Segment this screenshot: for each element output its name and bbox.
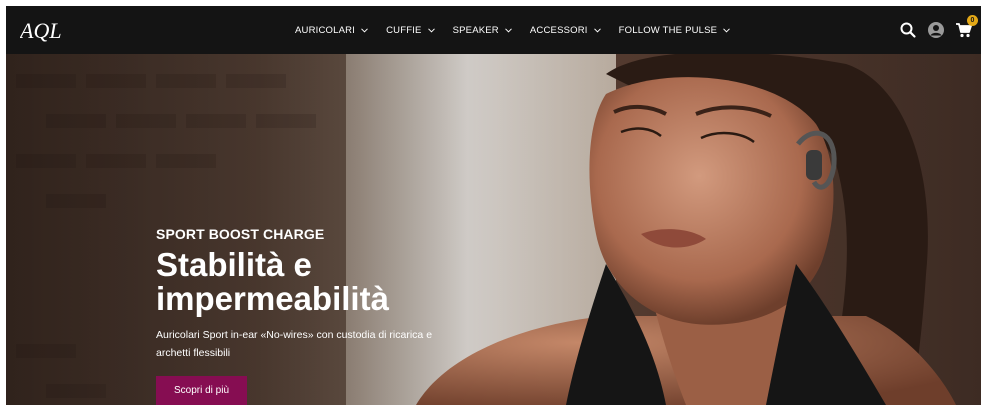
account-button[interactable] [927,21,945,39]
hero-headline: Stabilità e impermeabilità [156,246,389,317]
nav-item-speaker[interactable]: SPEAKER [453,25,512,36]
nav-label: SPEAKER [452,24,499,36]
chevron-down-icon [593,27,601,33]
hero-banner: SPORT BOOST CHARGE Stabilità e impermeab… [6,54,981,405]
nav-label: CUFFIE [386,24,422,36]
main-nav: AURICOLARI CUFFIE SPEAKER ACCESSORI FOLL… [295,6,748,54]
cart-button[interactable]: 0 [955,15,978,39]
aql-logo[interactable]: AQL [20,16,64,44]
chevron-down-icon [723,27,731,33]
nav-item-auricolari[interactable]: AURICOLARI [295,25,368,36]
header-icons: 0 [889,6,978,54]
search-button[interactable] [899,21,917,39]
page-frame: AQL AURICOLARI CUFFIE SPEAKER ACCESSORI … [6,6,981,405]
chevron-down-icon [505,27,512,33]
cart-count-badge: 0 [967,15,978,26]
nav-item-follow-the-pulse[interactable]: FOLLOW THE PULSE [619,25,731,36]
nav-label: FOLLOW THE PULSE [618,24,718,36]
search-icon [900,22,916,38]
nav-item-accessori[interactable]: ACCESSORI [530,25,601,36]
nav-label: ACCESSORI [529,24,588,36]
hero-background-image [6,54,981,405]
chevron-down-icon [427,27,435,33]
nav-label: AURICOLARI [295,24,356,36]
hero-content: SPORT BOOST CHARGE Stabilità e impermeab… [156,226,476,405]
discover-more-button[interactable]: Scopri di più [156,376,248,405]
nav-item-cuffie[interactable]: CUFFIE [386,25,435,36]
logo-text: AQL [20,18,62,43]
hero-description: Auricolari Sport in-ear «No-wires» con c… [156,329,433,359]
chevron-down-icon [361,27,368,33]
user-icon [928,22,944,38]
site-header: AQL AURICOLARI CUFFIE SPEAKER ACCESSORI … [6,6,981,54]
hero-eyebrow: SPORT BOOST CHARGE [156,226,325,242]
